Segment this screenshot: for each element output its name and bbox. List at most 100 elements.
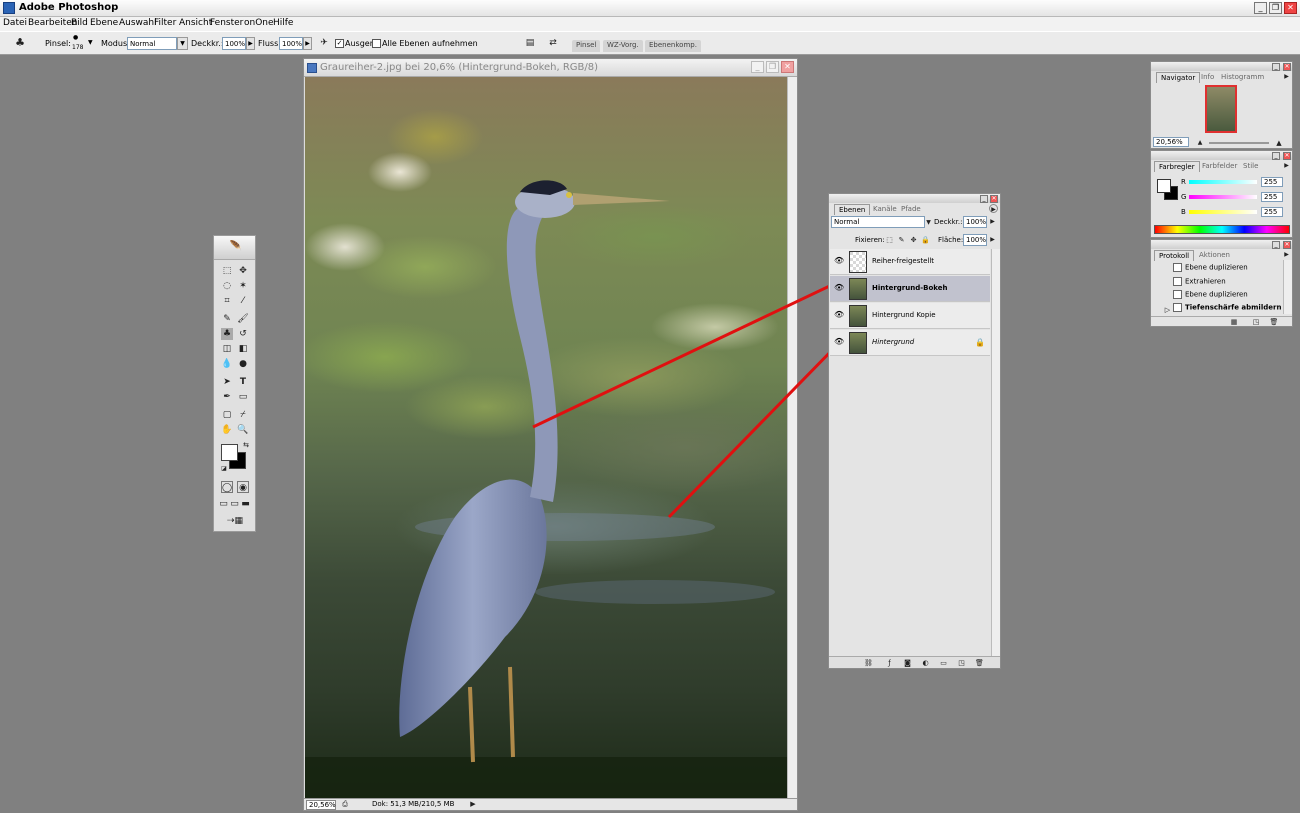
blend-mode-dropdown-icon[interactable]: ▼ [924,217,933,228]
tab-protokoll[interactable]: Protokoll [1154,250,1195,261]
menu-bild[interactable]: Bild [71,18,88,28]
shape-tool-icon[interactable]: ▭ [237,391,249,403]
blend-mode-select[interactable]: Normal [831,216,925,228]
jump-to-imageready-icon[interactable]: ⇢▦ [224,515,246,527]
lock-all-icon[interactable]: 🔒 [921,234,930,244]
channel-b-value[interactable]: 255 [1261,207,1283,217]
navigator-minimize-button[interactable]: _ [1272,63,1280,71]
stamp-tool-icon[interactable]: ♣ [14,37,26,49]
default-colors-icon[interactable]: ◪ [218,463,230,475]
channel-b-slider[interactable] [1189,210,1257,214]
blur-tool-icon[interactable]: 💧 [221,358,233,370]
tab-aktionen[interactable]: Aktionen [1195,250,1234,260]
file-browser-icon[interactable]: ▤ [524,37,536,49]
zoom-in-icon[interactable]: ▲ [1273,137,1285,147]
history-minimize-button[interactable]: _ [1272,241,1280,249]
eraser-tool-icon[interactable]: ◫ [221,343,233,355]
link-layers-icon[interactable]: ⛓ [863,657,874,668]
zoom-tool-icon[interactable]: 🔍 [237,424,249,436]
deckkr-input[interactable]: 100% [222,37,246,50]
well-tab-wz-vorg[interactable]: WZ-Vorg. [603,40,643,52]
tab-histogramm[interactable]: Histogramm [1217,72,1268,82]
tab-farbregler[interactable]: Farbregler [1154,161,1200,172]
tab-info[interactable]: Info [1197,72,1218,82]
layers-scrollbar[interactable] [991,249,1000,656]
deckkr-arrow-icon[interactable]: ▶ [246,37,255,50]
foreground-color-swatch[interactable] [221,444,238,461]
swap-colors-icon[interactable]: ⇆ [240,439,252,451]
history-panel-top[interactable]: _ ✕ [1151,240,1292,249]
layers-deckkr-input[interactable]: 100% [963,216,987,228]
gradient-tool-icon[interactable]: ◧ [237,343,249,355]
marquee-tool-icon[interactable]: ⬚ [221,265,233,277]
history-brush-tool-icon[interactable]: ↺ [237,328,249,340]
maximize-button[interactable]: ❐ [1269,2,1282,14]
history-item-current[interactable]: Tiefenschärfe abmildern [1173,303,1283,316]
color-spectrum-bar[interactable] [1154,225,1290,234]
history-item[interactable]: Extrahieren [1173,277,1283,290]
history-scrollbar[interactable] [1283,260,1292,314]
toolbox-header[interactable]: 🪶 [214,236,255,260]
menu-datei[interactable]: Datei [3,18,27,28]
menu-ansicht[interactable]: Ansicht [179,18,212,28]
channel-r-slider[interactable] [1189,180,1257,184]
menu-ebene[interactable]: Ebene [90,18,118,28]
history-item[interactable]: Ebene duplizieren [1173,290,1283,303]
layer-row-hintergrund[interactable]: 👁 Hintergrund 🔒 [830,330,990,356]
layer-visibility-eye-icon[interactable]: 👁 [834,257,844,265]
history-close-button[interactable]: ✕ [1283,241,1291,249]
document-vertical-scrollbar[interactable] [787,77,797,799]
tab-stile[interactable]: Stile [1239,161,1262,171]
pen-tool-icon[interactable]: ✒ [221,391,233,403]
document-titlebar[interactable]: Graureiher-2.jpg bei 20,6% (Hintergrund-… [304,59,797,77]
delete-state-icon[interactable]: 🗑 [1269,316,1279,326]
menu-onone[interactable]: onOne [244,18,274,28]
tab-navigator[interactable]: Navigator [1156,72,1201,83]
layers-panel-close-button[interactable]: ✕ [990,195,998,203]
layer-row-hintergrund-bokeh[interactable]: 👁 Hintergrund-Bokeh [830,276,990,302]
color-panel-top[interactable]: _ ✕ [1151,151,1292,160]
layer-row-reiher-freigestellt[interactable]: 👁 Reiher-freigestellt [830,249,990,275]
document-maximize-button[interactable]: ❐ [766,61,779,73]
document-minimize-button[interactable]: _ [751,61,764,73]
modus-select[interactable]: Normal [127,37,177,50]
menu-hilfe[interactable]: Hilfe [273,18,293,28]
flaeche-arrow-icon[interactable]: ▶ [988,234,997,246]
document-close-button[interactable]: ✕ [781,61,794,73]
clone-stamp-tool-icon[interactable]: ♣ [221,328,233,340]
airbrush-icon[interactable]: ✈ [318,37,330,49]
type-tool-icon[interactable]: T [237,376,249,388]
menu-filter[interactable]: Filter [154,18,176,28]
new-layer-icon[interactable]: ◳ [956,657,967,668]
tab-kanaele[interactable]: Kanäle [869,204,901,214]
history-item[interactable]: Ebene duplizieren [1173,263,1283,276]
new-snapshot-icon[interactable]: ◳ [1251,316,1261,326]
navigator-close-button[interactable]: ✕ [1283,63,1291,71]
screen-mode-standard-icon[interactable]: ▭ [219,498,228,510]
lock-position-icon[interactable]: ✥ [909,234,918,244]
well-tab-pinsel[interactable]: Pinsel [572,40,601,52]
channel-g-slider[interactable] [1189,195,1257,199]
crop-tool-icon[interactable]: ⌗ [221,295,233,307]
navigator-menu-icon[interactable]: ▶ [1282,72,1291,81]
layers-panel-minimize-button[interactable]: _ [980,195,988,203]
dodge-tool-icon[interactable]: ● [237,358,249,370]
document-zoom-field[interactable]: 20,56% [306,800,336,810]
tab-farbfelder[interactable]: Farbfelder [1198,161,1241,171]
hand-tool-icon[interactable]: ✋ [221,424,233,436]
slice-tool-icon[interactable]: ⁄ [237,295,249,307]
menu-auswahl[interactable]: Auswahl [119,18,157,28]
navigator-panel-top[interactable]: _ ✕ [1151,62,1292,71]
layer-mask-icon[interactable]: ◙ [902,657,913,668]
channel-g-value[interactable]: 255 [1261,192,1283,202]
color-fg-swatch[interactable] [1157,179,1171,193]
screen-mode-full-menu-icon[interactable]: ▭ [230,498,239,510]
path-selection-tool-icon[interactable]: ➤ [221,376,233,388]
lasso-tool-icon[interactable]: ◌ [221,280,233,292]
adjustment-layer-icon[interactable]: ◐ [920,657,931,668]
lock-image-icon[interactable]: ✎ [897,234,906,244]
layer-row-hintergrund-kopie[interactable]: 👁 Hintergrund Kopie [830,303,990,329]
color-close-button[interactable]: ✕ [1283,152,1291,160]
new-document-from-state-icon[interactable]: ▦ [1229,316,1239,326]
well-tab-ebenenkomp[interactable]: Ebenenkomp. [645,40,701,52]
